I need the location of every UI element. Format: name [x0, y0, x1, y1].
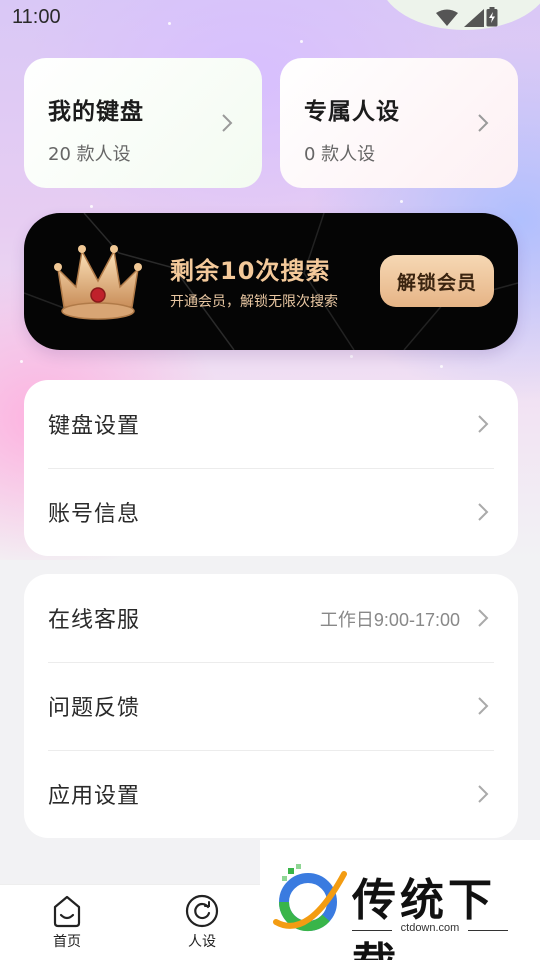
crown-icon: [54, 245, 142, 320]
sparkle-decoration: [350, 355, 353, 358]
menu-item-online-support[interactable]: 在线客服 工作日9:00-17:00: [24, 574, 518, 662]
menu-item-feedback[interactable]: 问题反馈: [24, 662, 518, 750]
sparkle-decoration: [20, 360, 23, 363]
support-hours: 工作日9:00-17:00: [319, 610, 460, 630]
my-keyboard-count: 20 款人设: [48, 144, 131, 165]
chevron-right-icon: [478, 609, 489, 627]
menu-item-label: 账号信息: [48, 502, 141, 527]
chevron-right-icon: [478, 503, 489, 521]
battery-charging-icon: [486, 7, 498, 27]
exclusive-persona-card[interactable]: 专属人设 0 款人设: [280, 58, 518, 188]
vip-banner[interactable]: 剩余10次搜索 开通会员，解锁无限次搜索 解锁会员: [24, 213, 518, 350]
sparkle-decoration: [440, 365, 443, 368]
sparkle-decoration: [90, 205, 93, 208]
exclusive-persona-count: 0 款人设: [304, 144, 376, 165]
wifi-icon: [436, 9, 458, 26]
watermark-text: 传统下载: [352, 875, 496, 960]
chevron-right-icon: [478, 697, 489, 715]
support-group: 在线客服 工作日9:00-17:00 问题反馈 应用设置: [24, 574, 518, 838]
menu-item-label: 问题反馈: [48, 696, 141, 721]
sparkle-decoration: [300, 40, 303, 43]
menu-item-account-info[interactable]: 账号信息: [24, 468, 518, 556]
chevron-right-icon: [478, 415, 489, 433]
chevron-right-icon: [478, 114, 489, 132]
status-bar: 11:00: [0, 0, 540, 36]
home-face-icon: [53, 895, 81, 928]
menu-item-label: 应用设置: [48, 784, 141, 809]
sparkle-decoration: [400, 200, 403, 203]
nav-label: 人设: [188, 934, 216, 950]
vip-promo-text: 开通会员，解锁无限次搜索: [170, 294, 338, 310]
status-time: 11:00: [12, 6, 61, 28]
settings-group: 键盘设置 账号信息: [24, 380, 518, 556]
persona-refresh-icon: [185, 894, 219, 928]
menu-item-app-settings[interactable]: 应用设置: [24, 750, 518, 838]
signal-icon: [464, 9, 484, 27]
watermark-logo-icon: [273, 864, 347, 932]
nav-label: 首页: [53, 934, 81, 950]
nav-tab-persona[interactable]: 人设: [172, 893, 232, 951]
watermark: 传统下载 ctdown.com: [260, 840, 540, 960]
watermark-rule: [468, 930, 508, 931]
status-icons: [436, 9, 484, 27]
my-keyboard-card[interactable]: 我的键盘 20 款人设: [24, 58, 262, 188]
unlock-vip-button[interactable]: 解锁会员: [380, 255, 494, 307]
chevron-right-icon: [222, 114, 233, 132]
chevron-right-icon: [478, 785, 489, 803]
menu-item-keyboard-settings[interactable]: 键盘设置: [24, 380, 518, 468]
remaining-search-count: 剩余10次搜索: [170, 257, 331, 285]
nav-tab-home[interactable]: 首页: [37, 893, 97, 951]
menu-item-label: 键盘设置: [48, 414, 141, 439]
watermark-url: ctdown.com: [400, 922, 460, 934]
menu-item-label: 在线客服: [48, 608, 141, 633]
